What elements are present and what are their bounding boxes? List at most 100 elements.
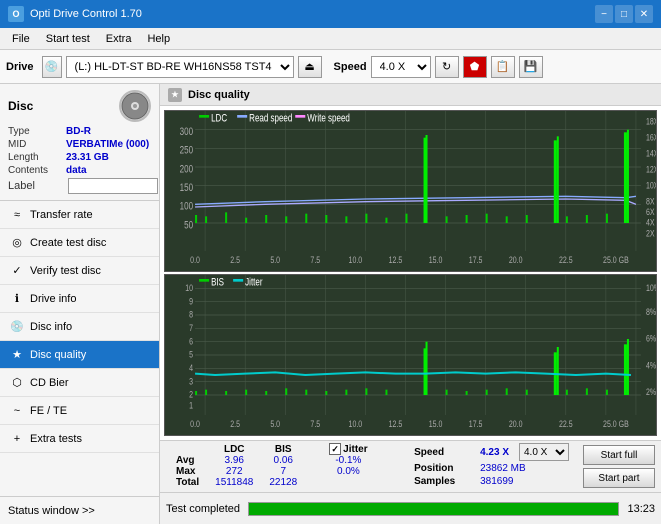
- svg-text:150: 150: [180, 181, 193, 193]
- jitter-checkbox[interactable]: ✓: [329, 443, 341, 455]
- sidebar-item-drive-info[interactable]: ℹ Drive info: [0, 285, 159, 313]
- svg-text:8X: 8X: [646, 196, 655, 206]
- refresh-button[interactable]: ↻: [435, 56, 459, 78]
- stats-section: LDC BIS ✓ Jitter: [160, 440, 661, 492]
- total-bis: 22128: [261, 477, 305, 488]
- svg-text:0.0: 0.0: [190, 419, 200, 429]
- stats-table: LDC BIS ✓ Jitter: [160, 441, 406, 492]
- label-label: Label: [8, 180, 66, 192]
- settings-button[interactable]: ⬟: [463, 56, 487, 78]
- speed-stat-select[interactable]: 4.0 X: [519, 443, 569, 461]
- svg-text:Jitter: Jitter: [245, 275, 262, 287]
- sidebar-label-disc-quality: Disc quality: [30, 349, 86, 361]
- disc-section-label: Disc: [8, 99, 33, 113]
- svg-text:7: 7: [189, 323, 193, 333]
- sidebar-label-drive-info: Drive info: [30, 293, 76, 305]
- info-button[interactable]: 📋: [491, 56, 515, 78]
- svg-text:3: 3: [189, 376, 193, 386]
- mid-value: VERBATIMe (000): [66, 139, 149, 150]
- svg-text:LDC: LDC: [211, 111, 227, 123]
- svg-text:22.5: 22.5: [559, 419, 573, 429]
- drive-select[interactable]: (L:) HL-DT-ST BD-RE WH16NS58 TST4: [66, 56, 294, 78]
- maximize-button[interactable]: □: [615, 5, 633, 23]
- save-button[interactable]: 💾: [519, 56, 543, 78]
- svg-text:100: 100: [180, 199, 193, 211]
- sidebar-item-fe-te[interactable]: ~ FE / TE: [0, 397, 159, 425]
- bis-jitter-chart: 10 9 8 7 6 5 4 3 2 1 10% 8% 6% 4% 2%: [164, 274, 657, 436]
- disc-quality-header-icon: ★: [168, 88, 182, 102]
- sidebar-item-cd-bier[interactable]: ⬡ CD Bier: [0, 369, 159, 397]
- contents-label: Contents: [8, 165, 66, 176]
- svg-text:22.5: 22.5: [559, 255, 573, 265]
- length-label: Length: [8, 152, 66, 163]
- speed-select[interactable]: 4.0 X: [371, 56, 431, 78]
- max-label: Max: [168, 466, 207, 477]
- menu-start-test[interactable]: Start test: [38, 31, 98, 47]
- type-value: BD-R: [66, 126, 91, 137]
- fe-te-icon: ~: [10, 404, 24, 418]
- sidebar-label-transfer-rate: Transfer rate: [30, 209, 93, 221]
- svg-text:5: 5: [189, 350, 193, 360]
- drive-info-icon: ℹ: [10, 292, 24, 306]
- svg-text:6X: 6X: [646, 207, 655, 217]
- svg-text:20.0: 20.0: [509, 419, 523, 429]
- svg-text:2%: 2%: [646, 387, 656, 397]
- title-bar: O Opti Drive Control 1.70 − □ ✕: [0, 0, 661, 28]
- menu-extra[interactable]: Extra: [98, 31, 140, 47]
- samples-value: 381699: [480, 476, 513, 487]
- bis-col-header: BIS: [261, 443, 305, 455]
- svg-text:12X: 12X: [646, 164, 656, 174]
- disc-info-panel: Disc Type BD-R MID VERBATIMe (000) Leng: [0, 84, 159, 201]
- menu-bar: File Start test Extra Help: [0, 28, 661, 50]
- start-part-button[interactable]: Start part: [583, 468, 655, 488]
- sidebar-label-fe-te: FE / TE: [30, 405, 67, 417]
- status-window-label: Status window >>: [8, 505, 95, 517]
- svg-text:8%: 8%: [646, 307, 656, 317]
- menu-help[interactable]: Help: [139, 31, 178, 47]
- close-button[interactable]: ✕: [635, 5, 653, 23]
- contents-value: data: [66, 165, 87, 176]
- svg-text:4: 4: [189, 363, 193, 373]
- jitter-label: Jitter: [343, 444, 367, 455]
- sidebar-item-extra-tests[interactable]: + Extra tests: [0, 425, 159, 453]
- sidebar-item-create-test-disc[interactable]: ◎ Create test disc: [0, 229, 159, 257]
- sidebar: Disc Type BD-R MID VERBATIMe (000) Leng: [0, 84, 160, 524]
- ldc-chart-svg: 300 250 200 150 100 50 18X 16X 14X 12X 1…: [165, 111, 656, 271]
- sidebar-item-disc-info[interactable]: 💿 Disc info: [0, 313, 159, 341]
- charts-container: 300 250 200 150 100 50 18X 16X 14X 12X 1…: [160, 106, 661, 440]
- sidebar-label-verify-test-disc: Verify test disc: [30, 265, 101, 277]
- samples-label: Samples: [414, 476, 474, 487]
- bis-chart-svg: 10 9 8 7 6 5 4 3 2 1 10% 8% 6% 4% 2%: [165, 275, 656, 435]
- bottom-status-bar: Test completed 13:23: [160, 492, 661, 524]
- minimize-button[interactable]: −: [595, 5, 613, 23]
- mid-label: MID: [8, 139, 66, 150]
- transfer-rate-icon: ≈: [10, 208, 24, 222]
- svg-text:2X: 2X: [646, 228, 655, 238]
- max-ldc: 272: [207, 466, 261, 477]
- sidebar-item-verify-test-disc[interactable]: ✓ Verify test disc: [0, 257, 159, 285]
- svg-text:6: 6: [189, 336, 193, 346]
- total-ldc: 1511848: [207, 477, 261, 488]
- svg-text:1: 1: [189, 400, 193, 410]
- svg-text:Read speed: Read speed: [249, 111, 292, 123]
- extra-tests-icon: +: [10, 432, 24, 446]
- position-label: Position: [414, 463, 474, 474]
- svg-text:10.0: 10.0: [349, 255, 363, 265]
- label-input[interactable]: [68, 178, 158, 194]
- sidebar-item-transfer-rate[interactable]: ≈ Transfer rate: [0, 201, 159, 229]
- svg-text:2.5: 2.5: [230, 419, 240, 429]
- avg-bis: 0.06: [261, 455, 305, 466]
- svg-text:14X: 14X: [646, 148, 656, 158]
- eject-button[interactable]: ⏏: [298, 56, 322, 78]
- status-window-button[interactable]: Status window >>: [0, 496, 159, 524]
- disc-quality-title: Disc quality: [188, 89, 250, 101]
- position-value: 23862 MB: [480, 463, 526, 474]
- ldc-col-header: LDC: [207, 443, 261, 455]
- total-label: Total: [168, 477, 207, 488]
- svg-text:7.5: 7.5: [310, 419, 320, 429]
- svg-text:4X: 4X: [646, 218, 655, 228]
- menu-file[interactable]: File: [4, 31, 38, 47]
- start-full-button[interactable]: Start full: [583, 445, 655, 465]
- avg-ldc: 3.96: [207, 455, 261, 466]
- sidebar-item-disc-quality[interactable]: ★ Disc quality: [0, 341, 159, 369]
